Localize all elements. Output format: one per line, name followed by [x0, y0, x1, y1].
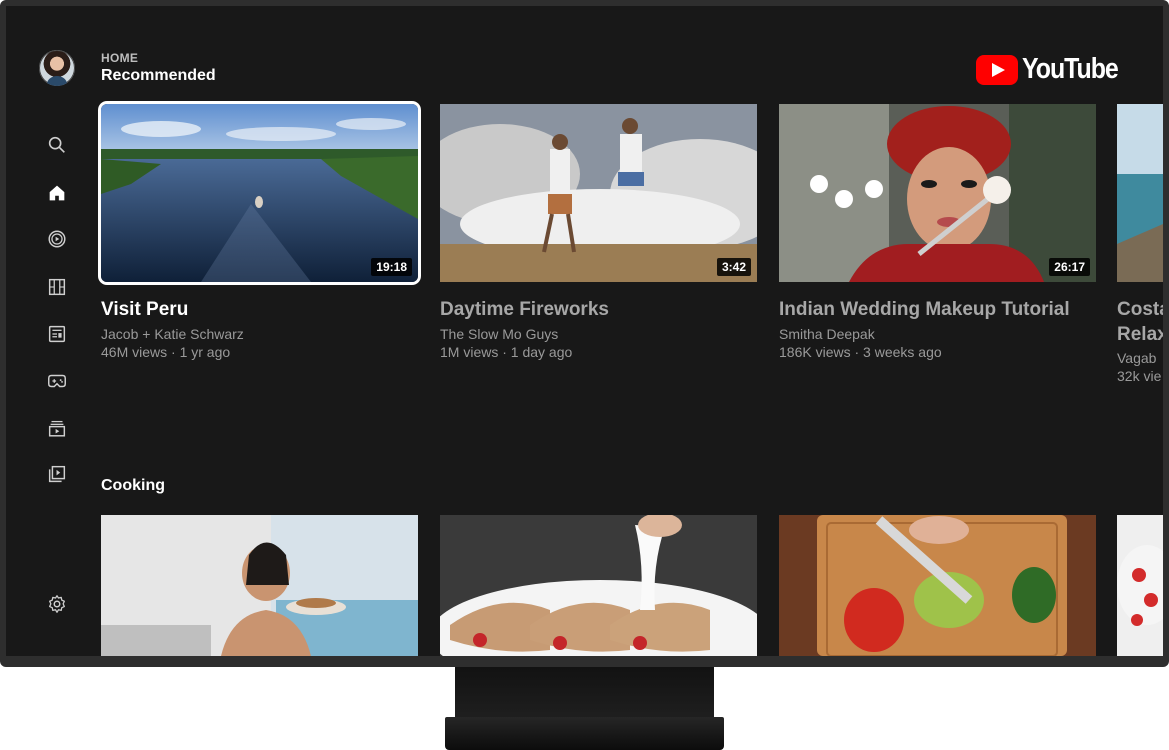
breadcrumb: HOME — [101, 51, 139, 65]
tv-frame: HOME Recommended YouTube 19:18 Visit Per… — [0, 0, 1169, 667]
video-card-2[interactable]: 3:42 Daytime Fireworks The Slow Mo Guys … — [440, 104, 757, 374]
search-icon[interactable] — [46, 134, 68, 156]
cooking-row-title: Cooking — [101, 477, 165, 494]
video-duration-badge: 26:17 — [1049, 258, 1090, 276]
video-title: Indian Wedding Makeup Tutorial — [779, 299, 1070, 320]
video-thumbnail-makeup[interactable]: 26:17 — [779, 104, 1096, 282]
video-card-3[interactable]: 26:17 Indian Wedding Makeup Tutorial Smi… — [779, 104, 1096, 374]
video-card-1[interactable]: 19:18 Visit Peru Jacob + Katie Schwarz 4… — [101, 104, 418, 374]
cooking-thumbnail-3[interactable] — [779, 515, 1096, 656]
video-thumbnail-costa[interactable] — [1117, 104, 1163, 282]
video-title: Daytime Fireworks — [440, 299, 609, 320]
video-title: Costa — [1117, 299, 1163, 320]
video-card-4[interactable]: Costa Relax Vagab 32k vie — [1117, 104, 1163, 394]
video-duration-badge: 3:42 — [716, 258, 751, 276]
video-channel: Smitha Deepak — [779, 326, 875, 342]
video-channel: Jacob + Katie Schwarz — [101, 326, 244, 342]
tv-stand-base — [445, 717, 724, 750]
video-title-line-2: Relax — [1117, 324, 1163, 345]
youtube-play-icon — [976, 54, 1018, 85]
section-title: Recommended — [101, 67, 216, 84]
playlist-icon[interactable] — [46, 417, 68, 439]
video-channel: Vagab — [1117, 350, 1157, 366]
cooking-thumbnail-4[interactable] — [1117, 515, 1163, 656]
cooking-thumbnail-1[interactable] — [101, 515, 418, 656]
video-meta: 46M views · 1 yr ago — [101, 344, 231, 360]
video-duration-badge: 19:18 — [371, 258, 412, 276]
tv-stand-neck — [455, 667, 714, 719]
gaming-icon[interactable] — [46, 370, 68, 392]
news-icon[interactable] — [46, 323, 68, 345]
video-meta: 1M views · 1 day ago — [440, 344, 573, 360]
shorts-icon[interactable] — [46, 276, 68, 298]
home-icon[interactable] — [46, 182, 68, 204]
video-thumbnail-peru[interactable]: 19:18 — [101, 104, 418, 282]
settings-icon[interactable] — [46, 593, 68, 615]
user-avatar[interactable] — [39, 50, 75, 86]
youtube-logo: YouTube — [976, 53, 1133, 86]
video-title: Visit Peru — [101, 299, 189, 320]
youtube-wordmark: YouTube — [1022, 53, 1119, 85]
library-icon[interactable] — [46, 463, 68, 485]
video-thumbnail-fireworks[interactable]: 3:42 — [440, 104, 757, 282]
cooking-thumbnail-2[interactable] — [440, 515, 757, 656]
tv-screen: HOME Recommended YouTube 19:18 Visit Per… — [6, 6, 1163, 656]
video-meta: 32k vie — [1117, 368, 1162, 384]
video-meta: 186K views · 3 weeks ago — [779, 344, 942, 360]
video-channel: The Slow Mo Guys — [440, 326, 559, 342]
subscriptions-icon[interactable] — [46, 228, 68, 250]
